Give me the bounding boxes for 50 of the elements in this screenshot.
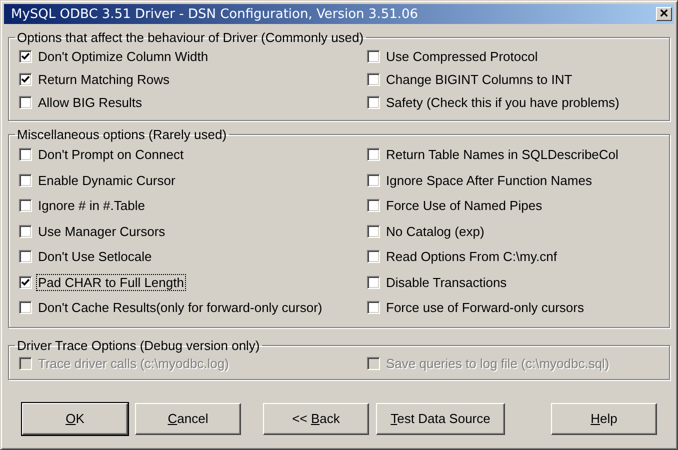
- checkbox[interactable]: [19, 50, 32, 63]
- checkbox[interactable]: [19, 73, 32, 86]
- dialog-button[interactable]: Help: [551, 402, 657, 434]
- checkbox[interactable]: [19, 224, 32, 238]
- group-title: Driver Trace Options (Debug version only): [16, 338, 261, 352]
- close-button[interactable]: ×: [656, 7, 672, 21]
- checkbox[interactable]: [367, 276, 380, 289]
- dialog-button[interactable]: OK: [22, 402, 128, 434]
- checkbox[interactable]: [19, 148, 32, 162]
- dialog-button[interactable]: Test Data Source: [376, 402, 505, 434]
- checkbox-label[interactable]: Force use of Forward-only cursors: [384, 299, 586, 316]
- checkbox[interactable]: [367, 224, 380, 238]
- checkbox[interactable]: [367, 250, 380, 264]
- checkbox-label[interactable]: Don't Cache Results(only for forward-only cursor): [36, 299, 324, 316]
- checkbox[interactable]: [367, 199, 380, 212]
- checkbox-label[interactable]: Use Manager Cursors: [36, 222, 168, 240]
- checkbox-label[interactable]: Safety (Check this if you have problems): [384, 94, 622, 111]
- checkbox-label[interactable]: Enable Dynamic Cursor: [36, 172, 178, 189]
- checkbox[interactable]: [19, 276, 32, 289]
- checkbox-label[interactable]: Don't Optimize Column Width: [36, 48, 210, 65]
- checkbox-label[interactable]: Change BIGINT Columns to INT: [384, 71, 574, 88]
- window-title: MySQL ODBC 3.51 Driver - DSN Configuration, Version 3.51.06: [11, 6, 418, 22]
- checkbox[interactable]: [19, 250, 32, 264]
- checkbox[interactable]: [367, 50, 380, 63]
- checkbox-label[interactable]: Disable Transactions: [384, 274, 509, 291]
- checkbox-label[interactable]: Pad CHAR to Full Length: [36, 274, 186, 291]
- group-title: Miscellaneous options (Rarely used): [16, 127, 228, 142]
- checkbox-label[interactable]: Allow BIG Results: [36, 94, 144, 111]
- checkbox[interactable]: [19, 199, 32, 212]
- checkbox[interactable]: [19, 174, 32, 187]
- checkbox[interactable]: [19, 96, 32, 109]
- checkbox-label[interactable]: Ignore # in #.Table: [36, 197, 147, 214]
- checkbox-label[interactable]: Don't Prompt on Connect: [36, 146, 186, 164]
- dialog-button[interactable]: << Back: [263, 402, 369, 434]
- checkbox-label[interactable]: Read Options From C:\my.cnf: [384, 248, 559, 266]
- checkbox-label[interactable]: Return Table Names in SQLDescribeCol: [384, 146, 620, 164]
- checkbox-label[interactable]: Use Compressed Protocol: [384, 48, 540, 65]
- checkbox-label[interactable]: No Catalog (exp): [384, 222, 486, 240]
- checkbox-label[interactable]: Don't Use Setlocale: [36, 248, 154, 266]
- checkbox[interactable]: [367, 73, 380, 86]
- checkbox-label[interactable]: Ignore Space After Function Names: [384, 172, 594, 189]
- group-title: Options that affect the behaviour of Driver (Commonly used): [16, 30, 365, 45]
- checkbox[interactable]: [367, 174, 380, 187]
- checkbox[interactable]: [19, 301, 32, 314]
- checkbox[interactable]: [367, 96, 380, 109]
- checkbox[interactable]: [367, 301, 380, 314]
- checkbox-label[interactable]: Force Use of Named Pipes: [384, 197, 544, 214]
- checkbox[interactable]: [367, 148, 380, 162]
- dialog-button[interactable]: Cancel: [135, 402, 241, 434]
- checkbox-label[interactable]: Return Matching Rows: [36, 71, 172, 88]
